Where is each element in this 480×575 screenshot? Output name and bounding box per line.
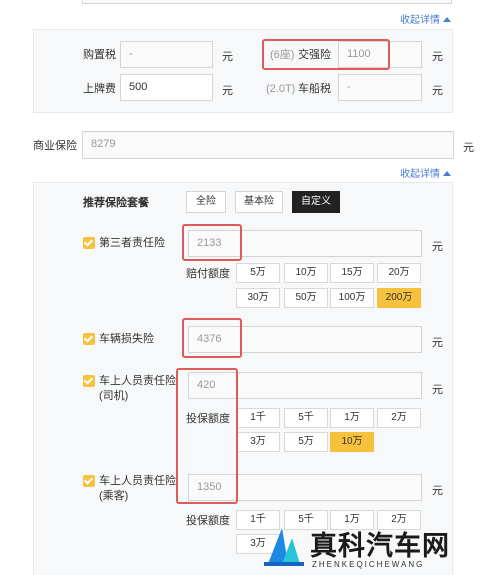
driver-option-5k[interactable]: 5千	[284, 408, 328, 428]
vehicle-tax-label: 车船税	[298, 83, 331, 95]
passenger-liability-checkbox[interactable]	[83, 475, 95, 487]
vehicle-damage-label: 车辆损失险	[99, 333, 154, 345]
vehicle-tax-displacement-note: (2.0T)	[266, 83, 296, 95]
passenger-liability-sublabel: (乘客)	[99, 490, 129, 502]
caret-up-icon	[443, 171, 451, 176]
driver-liability-sublabel: (司机)	[99, 390, 129, 402]
passenger-liability-unit: 元	[432, 485, 443, 497]
driver-liability-label: 车上人员责任险	[99, 375, 176, 387]
third-party-label: 第三者责任险	[99, 237, 165, 249]
driver-option-3w[interactable]: 3万	[236, 432, 280, 452]
driver-liability-unit: 元	[432, 384, 443, 396]
vehicle-damage-checkbox[interactable]	[83, 333, 95, 345]
third-party-option-200w[interactable]: 200万	[377, 288, 421, 308]
third-party-option-15w[interactable]: 15万	[330, 263, 374, 283]
third-party-option-50w[interactable]: 50万	[284, 288, 328, 308]
purchase-tax-field[interactable]: -	[120, 41, 213, 68]
vehicle-tax-unit: 元	[432, 85, 443, 97]
plate-fee-unit: 元	[222, 85, 233, 97]
watermark: 真科汽车网 ZHENKEQICHEWANG	[262, 522, 480, 575]
purchase-tax-label: 购置税	[83, 49, 116, 61]
highlight-box-vehicle-damage	[182, 318, 242, 358]
driver-liability-checkbox[interactable]	[83, 375, 95, 387]
collapse-details-label: 收起详情	[400, 15, 440, 26]
driver-option-2w[interactable]: 2万	[377, 408, 421, 428]
driver-option-5w[interactable]: 5万	[284, 432, 328, 452]
third-party-checkbox[interactable]	[83, 237, 95, 249]
driver-option-10w[interactable]: 10万	[330, 432, 374, 452]
passenger-coverage-label: 投保额度	[186, 515, 230, 527]
collapse-details-link-commercial[interactable]: 收起详情	[400, 165, 451, 180]
third-party-option-5w[interactable]: 5万	[236, 263, 280, 283]
vehicle-tax-field[interactable]: -	[338, 74, 422, 101]
watermark-subtitle: ZHENKEQICHEWANG	[312, 560, 425, 569]
top-input-remnant	[82, 0, 452, 4]
third-party-option-10w[interactable]: 10万	[284, 263, 328, 283]
collapse-details-label: 收起详情	[400, 169, 440, 180]
collapse-details-link-top[interactable]: 收起详情	[400, 11, 451, 26]
third-party-coverage-label: 赔付额度	[186, 268, 230, 280]
third-party-unit: 元	[432, 241, 443, 253]
compulsory-insurance-unit: 元	[432, 51, 443, 63]
vehicle-damage-unit: 元	[432, 337, 443, 349]
plate-fee-field[interactable]: 500	[120, 74, 213, 101]
purchase-tax-unit: 元	[222, 51, 233, 63]
third-party-option-20w[interactable]: 20万	[377, 263, 421, 283]
commercial-insurance-field[interactable]: 8279	[82, 131, 454, 159]
package-label: 推荐保险套餐	[83, 197, 149, 209]
third-party-option-100w[interactable]: 100万	[330, 288, 374, 308]
driver-option-1w[interactable]: 1万	[330, 408, 374, 428]
commercial-insurance-unit: 元	[463, 142, 474, 154]
highlight-box-third-party	[182, 224, 242, 261]
highlight-box-liability	[176, 368, 238, 504]
passenger-liability-label: 车上人员责任险	[99, 475, 176, 487]
caret-up-icon	[443, 17, 451, 22]
commercial-insurance-label: 商业保险	[33, 140, 77, 152]
plate-fee-label: 上牌费	[83, 83, 116, 95]
watermark-title: 真科汽车网	[310, 531, 450, 562]
third-party-option-30w[interactable]: 30万	[236, 288, 280, 308]
highlight-box-compulsory	[262, 39, 390, 70]
package-full-button[interactable]: 全险	[186, 191, 226, 213]
package-custom-button[interactable]: 自定义	[292, 191, 340, 213]
driver-option-1k[interactable]: 1千	[236, 408, 280, 428]
watermark-logo-icon	[264, 528, 304, 566]
package-basic-button[interactable]: 基本险	[235, 191, 283, 213]
